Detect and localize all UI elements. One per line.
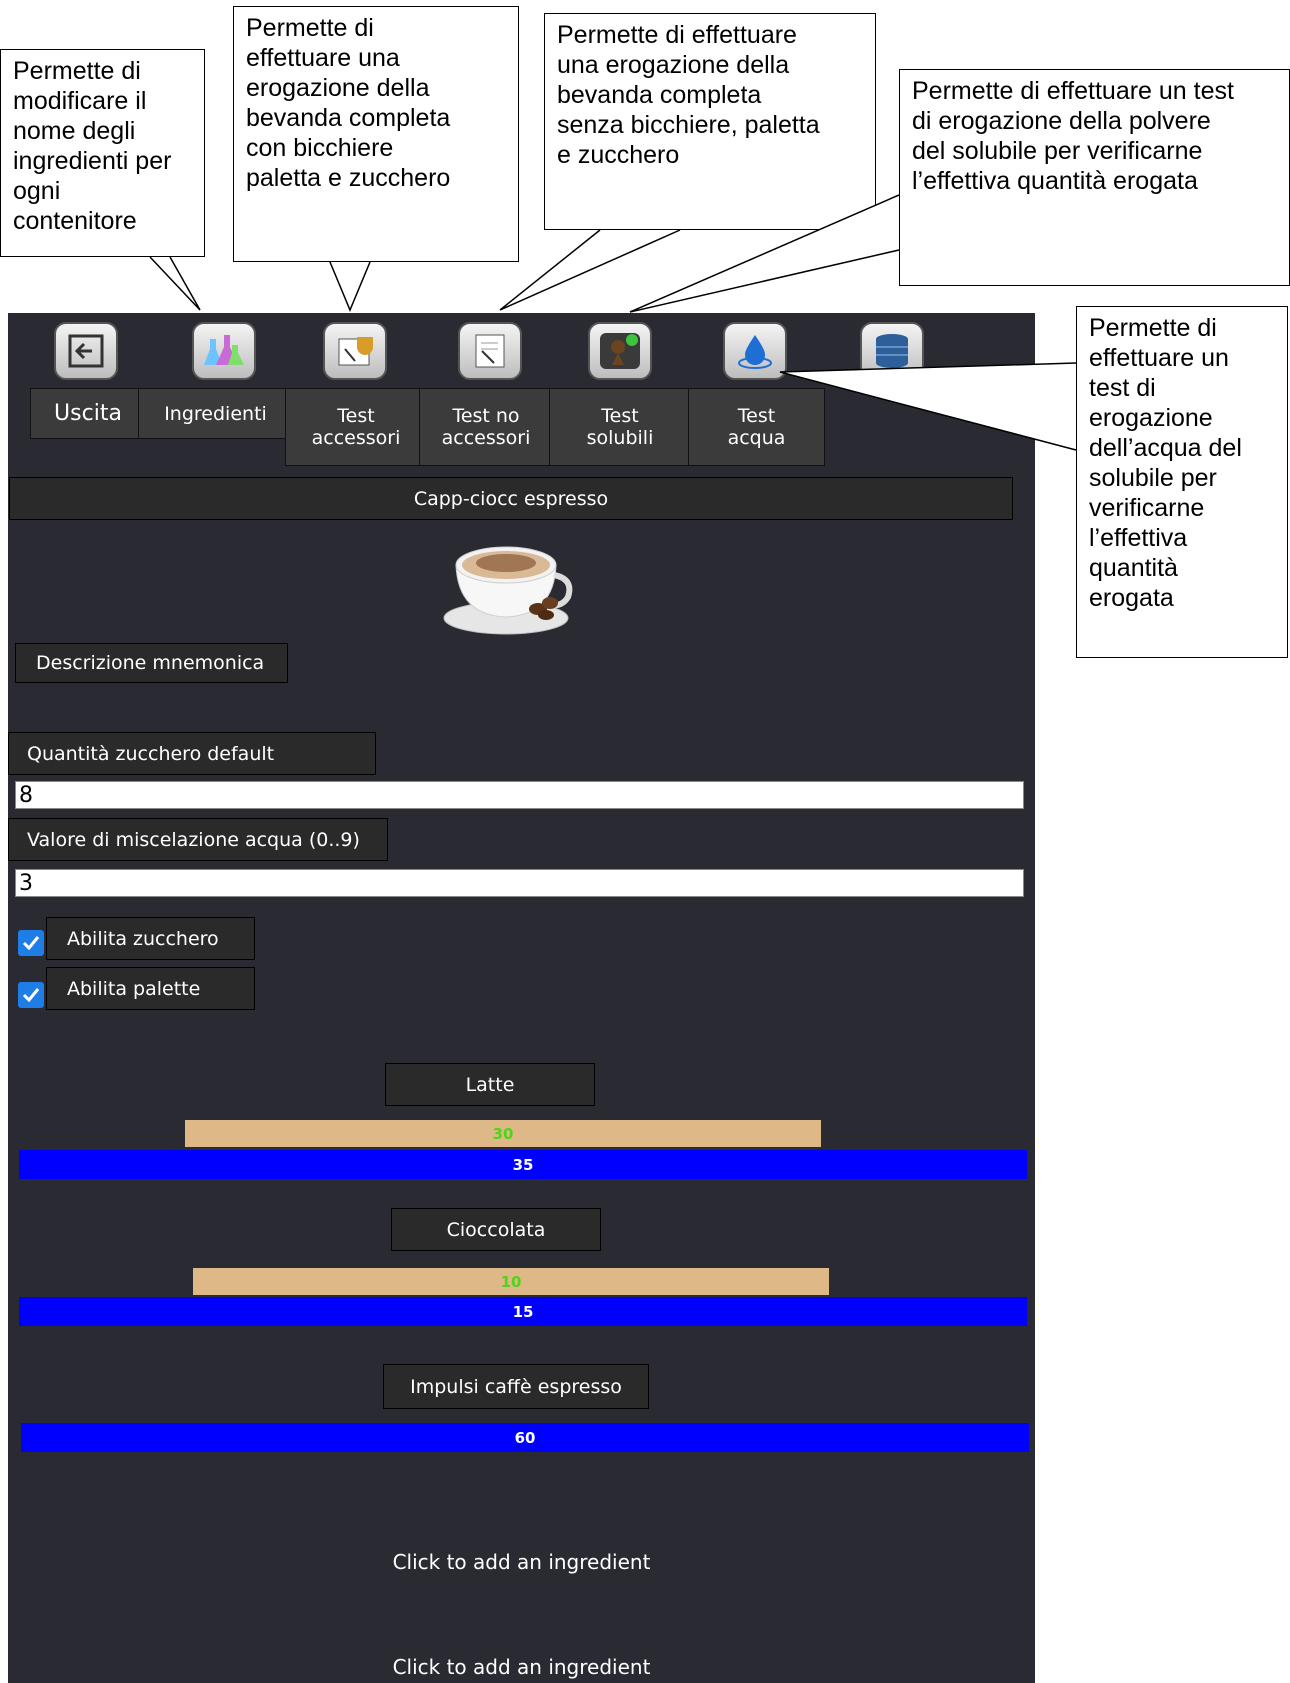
powder-bar-cioccolata[interactable]: 10: [193, 1268, 829, 1295]
enable-stirrer-checkbox[interactable]: [18, 982, 44, 1008]
mnemonic-description-label: Descrizione mnemonica: [15, 643, 288, 683]
coffee-dose-icon[interactable]: [588, 322, 652, 380]
app-window: Uscita Ingredienti Test accessori Test n…: [8, 313, 1035, 1683]
add-ingredient-link[interactable]: Click to add an ingredient: [8, 1655, 1035, 1679]
ingredient-name-espresso[interactable]: Impulsi caffè espresso: [383, 1364, 649, 1409]
ingredient-name-latte[interactable]: Latte: [385, 1063, 595, 1106]
powder-bar-latte[interactable]: 30: [185, 1120, 821, 1147]
callout-test-no-accessori: Permette di effettuare una erogazione de…: [544, 13, 876, 230]
water-bar-latte[interactable]: 35: [19, 1150, 1027, 1179]
coffee-test-icon[interactable]: [323, 322, 387, 380]
flasks-icon[interactable]: [192, 322, 256, 380]
water-drop-icon[interactable]: [723, 322, 787, 380]
pointer-test-accessori: [329, 261, 371, 312]
enable-stirrer-label: Abilita palette: [46, 967, 255, 1010]
tab-test-solubili[interactable]: Test solubili: [549, 388, 691, 466]
pointer-ingredienti: [149, 256, 201, 311]
cappuccino-cup-icon: [438, 523, 578, 638]
checklist-icon[interactable]: [458, 322, 522, 380]
tab-uscita[interactable]: Uscita: [30, 388, 146, 439]
enable-sugar-label: Abilita zucchero: [46, 917, 255, 960]
callout-test-solubili: Permette di effettuare un test di erogaz…: [899, 69, 1290, 286]
checkmark-icon: [22, 988, 40, 1003]
add-ingredient-link[interactable]: Click to add an ingredient: [8, 1550, 1035, 1574]
database-icon[interactable]: [860, 322, 924, 380]
tab-test-accessori[interactable]: Test accessori: [285, 388, 427, 466]
water-mix-label: Valore di miscelazione acqua (0..9): [8, 818, 388, 861]
enable-sugar-checkbox[interactable]: [18, 930, 44, 956]
water-bar-cioccolata[interactable]: 15: [19, 1297, 1027, 1326]
drink-name: Capp-ciocc espresso: [9, 477, 1013, 520]
callout-ingredienti: Permette di modificare il nome degli ing…: [0, 49, 205, 257]
tab-test-no-accessori[interactable]: Test no accessori: [419, 388, 553, 466]
callout-test-accessori: Permette di effettuare una erogazione de…: [233, 6, 519, 262]
exit-icon[interactable]: [54, 322, 118, 380]
sugar-default-label: Quantità zucchero default: [8, 732, 376, 775]
sugar-default-field[interactable]: [15, 781, 1024, 809]
tab-test-acqua[interactable]: Test acqua: [688, 388, 825, 466]
callout-test-acqua: Permette di effettuare un test di erogaz…: [1076, 306, 1288, 658]
pulses-bar-espresso[interactable]: 60: [21, 1423, 1029, 1452]
water-mix-field[interactable]: [15, 869, 1024, 897]
pointer-test-no-accessori: [499, 229, 681, 311]
checkmark-icon: [22, 936, 40, 951]
tab-ingredienti[interactable]: Ingredienti: [138, 388, 293, 439]
ingredient-name-cioccolata[interactable]: Cioccolata: [391, 1208, 601, 1251]
